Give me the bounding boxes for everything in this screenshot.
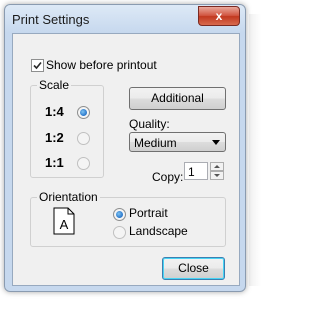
scale-option-label-1-4: 1:4 xyxy=(45,104,64,119)
page-portrait-icon: A xyxy=(53,207,75,235)
copy-input[interactable]: 1 xyxy=(184,162,208,180)
dropdown-arrow-icon xyxy=(212,140,220,145)
copy-value: 1 xyxy=(188,165,195,179)
window-close-button[interactable]: x xyxy=(198,6,240,26)
show-before-printout-checkbox[interactable] xyxy=(31,59,44,72)
spin-down-icon xyxy=(214,174,220,177)
orientation-group: Orientation A Portrait Landscape xyxy=(30,190,226,247)
scale-group-title: Scale xyxy=(37,78,72,92)
page-letter: A xyxy=(60,217,69,232)
window-title: Print Settings xyxy=(12,12,90,27)
quality-selected-value: Medium xyxy=(134,136,177,150)
dialog-client-area: Show before printout Scale 1:4 1:2 1:1 A… xyxy=(12,33,240,286)
print-settings-window: Print Settings x Show before printout Sc… xyxy=(4,4,246,292)
close-icon: x xyxy=(215,9,223,23)
quality-select[interactable]: Medium xyxy=(129,132,226,152)
additional-button[interactable]: Additional xyxy=(129,87,226,110)
quality-label: Quality: xyxy=(129,117,170,131)
scale-radio-1-2[interactable] xyxy=(77,132,90,145)
copy-decrement-button[interactable] xyxy=(210,171,224,180)
window-shadow xyxy=(249,14,261,286)
show-before-printout-label[interactable]: Show before printout xyxy=(46,58,157,72)
landscape-radio[interactable] xyxy=(113,226,126,239)
title-bar[interactable]: Print Settings x xyxy=(5,5,245,33)
scale-radio-1-1[interactable] xyxy=(77,157,90,170)
landscape-label[interactable]: Landscape xyxy=(129,224,188,238)
checkmark-icon xyxy=(33,61,42,70)
scale-group: Scale 1:4 1:2 1:1 xyxy=(30,78,104,178)
close-button[interactable]: Close xyxy=(162,257,225,280)
scale-option-label-1-1: 1:1 xyxy=(45,155,64,170)
portrait-label[interactable]: Portrait xyxy=(129,206,168,220)
spin-up-icon xyxy=(214,165,220,168)
scale-radio-1-4[interactable] xyxy=(77,106,90,119)
copy-label: Copy: xyxy=(152,170,184,184)
portrait-radio[interactable] xyxy=(113,208,126,221)
orientation-group-title: Orientation xyxy=(37,190,100,204)
copy-increment-button[interactable] xyxy=(210,162,224,171)
scale-option-label-1-2: 1:2 xyxy=(45,130,64,145)
